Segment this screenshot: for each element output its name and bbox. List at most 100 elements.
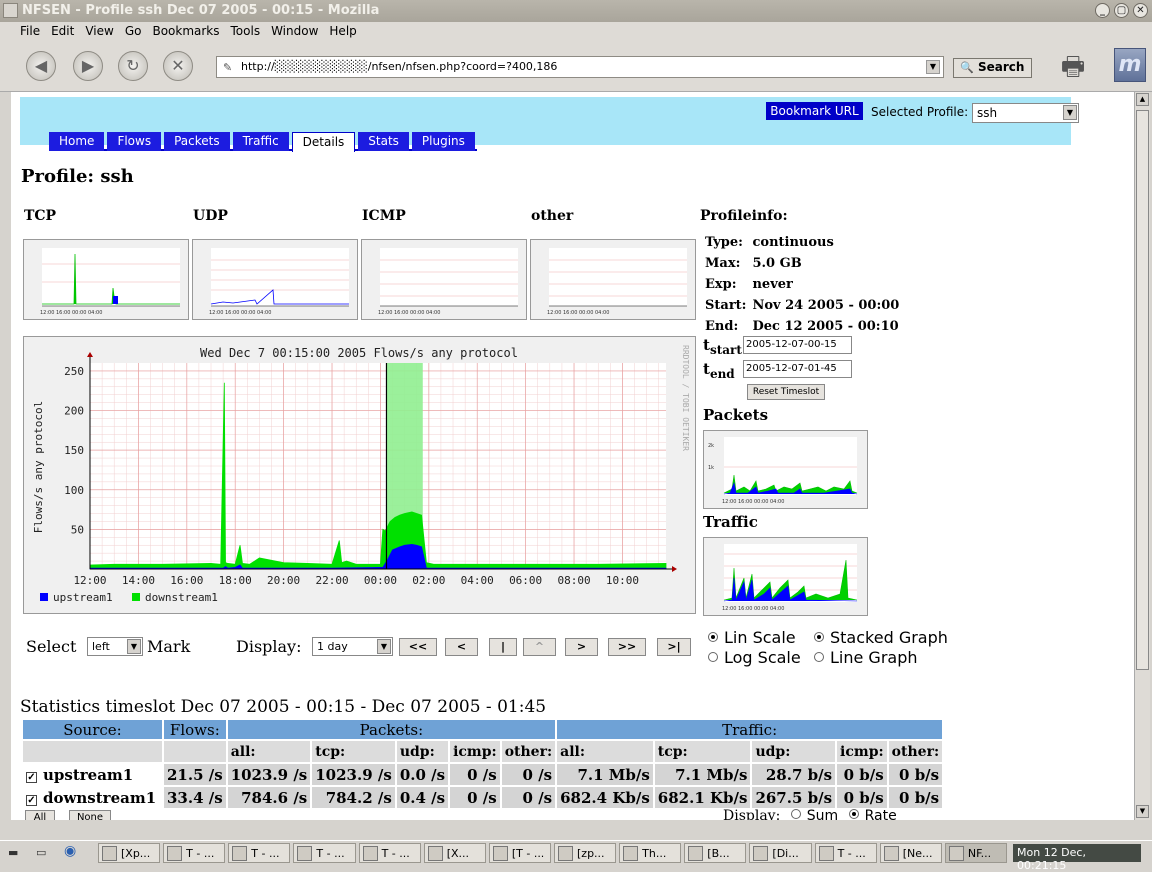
lin-scale-radio[interactable]: Lin Scale — [708, 628, 796, 647]
minimize-icon[interactable]: _ — [1095, 3, 1110, 18]
menu-window[interactable]: Window — [271, 22, 318, 42]
taskbar-item[interactable]: T - ... — [293, 843, 356, 863]
close-icon[interactable]: ✕ — [1133, 3, 1148, 18]
vertical-scrollbar[interactable]: ▲ ▼ — [1134, 92, 1150, 820]
globe-icon[interactable]: ◉ — [64, 843, 76, 859]
taskbar-item[interactable]: [B... — [684, 843, 747, 863]
scroll-down-icon[interactable]: ▼ — [1136, 805, 1149, 818]
taskbar-item[interactable]: [Ne... — [879, 843, 942, 863]
url-dropdown-icon[interactable]: ▼ — [926, 60, 940, 74]
nav-next-button[interactable]: > — [565, 638, 598, 656]
display-dropdown[interactable]: 1 day ▼ — [312, 637, 393, 656]
taskbar-item[interactable]: T - ... — [358, 843, 421, 863]
tstart-field[interactable]: 2005-12-07-00-15 — [743, 336, 852, 354]
menu-help[interactable]: Help — [329, 22, 356, 42]
sum-radio[interactable]: Sum — [785, 808, 838, 820]
nav-first-button[interactable]: << — [399, 638, 437, 656]
nav-up-button[interactable]: ^ — [523, 638, 556, 656]
udp-thumbnail-graph[interactable]: 12:00 16:00 00:00 04:00 — [192, 239, 358, 320]
tab-stats[interactable]: Stats — [358, 132, 409, 151]
stop-icon[interactable]: ✕ — [163, 51, 193, 81]
taskbar-item[interactable]: [T - ... — [488, 843, 551, 863]
bookmark-url-button[interactable]: Bookmark URL — [766, 102, 863, 120]
select-all-button[interactable]: All — [25, 810, 55, 820]
nav-prev-button[interactable]: < — [445, 638, 478, 656]
taskbar-item[interactable]: T - ... — [228, 843, 291, 863]
maximize-icon[interactable]: ▢ — [1114, 3, 1129, 18]
svg-text:12:00 16:00 00:00 04:00: 12:00 16:00 00:00 04:00 — [378, 310, 440, 316]
search-button[interactable]: 🔍 Search — [953, 58, 1032, 78]
taskbar-item[interactable]: [Di... — [749, 843, 812, 863]
tab-plugins[interactable]: Plugins — [411, 132, 475, 151]
nav-end-button[interactable]: >| — [657, 638, 691, 656]
stacked-graph-radio[interactable]: Stacked Graph — [814, 628, 948, 647]
taskbar-item[interactable]: [zp... — [554, 843, 617, 863]
taskbar-item[interactable]: Th... — [619, 843, 682, 863]
table-cell: 1023.9 /s — [227, 764, 311, 785]
scrollbar-thumb[interactable] — [1136, 110, 1149, 670]
menu-edit[interactable]: Edit — [51, 22, 74, 42]
tab-packets[interactable]: Packets — [164, 132, 230, 151]
terminal-icon[interactable]: ▬ — [8, 846, 18, 859]
packets-thumbnail-graph[interactable]: 2k 1k 12:00 16:00 00:00 04:00 — [703, 430, 868, 509]
profile-select[interactable]: ssh ▼ — [972, 103, 1079, 123]
tstart-label: tstart — [703, 336, 742, 357]
taskbar-item[interactable]: NF... — [944, 843, 1007, 863]
tab-flows[interactable]: Flows — [107, 132, 162, 151]
taskbar-item[interactable]: [X... — [423, 843, 486, 863]
menu-tools[interactable]: Tools — [231, 22, 261, 42]
menu-go[interactable]: Go — [125, 22, 142, 42]
menu-bookmarks[interactable]: Bookmarks — [152, 22, 219, 42]
scroll-up-icon[interactable]: ▲ — [1136, 93, 1149, 106]
select-dropdown[interactable]: left ▼ — [87, 637, 143, 656]
url-bar[interactable]: ✎ http://░░░░░░░░░░░/nfsen/nfsen.php?coo… — [216, 56, 944, 78]
desktop-icon[interactable]: ▭ — [36, 846, 46, 859]
taskbar-item-label: T - ... — [381, 847, 410, 860]
print-icon[interactable]: 🖶 — [1056, 48, 1090, 82]
tab-home[interactable]: Home — [49, 132, 105, 151]
tend-field[interactable]: 2005-12-07-01-45 — [743, 360, 852, 378]
menu-view[interactable]: View — [85, 22, 113, 42]
checkbox-icon[interactable]: ✓ — [26, 771, 37, 783]
packets-label: Packets — [703, 406, 769, 424]
log-scale-radio[interactable]: Log Scale — [708, 648, 801, 667]
select-none-button[interactable]: None — [69, 810, 111, 820]
menu-file[interactable]: File — [20, 22, 40, 42]
tcp-thumbnail-graph[interactable]: 12:00 16:00 00:00 04:00 — [23, 239, 189, 320]
y-tick-label: 150 — [64, 444, 84, 457]
subheader-packets-all: all: — [227, 741, 311, 762]
icmp-thumbnail-graph[interactable]: 12:00 16:00 00:00 04:00 — [361, 239, 527, 320]
taskbar-item[interactable]: [Xp... — [98, 843, 161, 863]
forward-icon[interactable]: ▶ — [73, 51, 103, 81]
back-icon[interactable]: ◀ — [26, 51, 56, 81]
tab-details[interactable]: Details — [291, 132, 356, 152]
source-upstream1[interactable]: ✓ upstream1 — [23, 764, 162, 785]
table-cell: 7.1 Mb/s — [654, 764, 751, 785]
other-thumbnail-graph[interactable]: 12:00 16:00 00:00 04:00 — [530, 239, 696, 320]
source-name: upstream1 — [43, 765, 134, 784]
taskbar-item[interactable]: T - ... — [814, 843, 877, 863]
x-tick-label: 06:00 — [509, 574, 542, 587]
checkbox-icon[interactable]: ✓ — [26, 794, 37, 806]
y-tick-label: 200 — [64, 405, 84, 418]
info-value: never — [752, 277, 793, 292]
rate-radio[interactable]: Rate — [843, 808, 897, 820]
mozilla-throbber-icon[interactable]: m — [1114, 48, 1146, 82]
main-flows-chart[interactable]: 12:00 14:00 16:00 18:00 20:00 22:00 00:00 02:00… — [23, 336, 696, 614]
reset-timeslot-button[interactable]: Reset Timeslot — [747, 384, 825, 400]
table-cell: 267.5 b/s — [752, 787, 836, 808]
tab-traffic[interactable]: Traffic — [232, 132, 289, 151]
table-cell: 0 b/s — [837, 764, 887, 785]
nav-center-button[interactable]: | — [489, 638, 517, 656]
line-graph-radio[interactable]: Line Graph — [814, 648, 918, 667]
taskbar-item[interactable]: T - ... — [163, 843, 226, 863]
tab-bar: Home Flows Packets Traffic Details Stats… — [49, 132, 477, 152]
nav-last-button[interactable]: >> — [608, 638, 646, 656]
taskbar-item-label: [Ne... — [902, 847, 933, 860]
taskbar-item-label: T - ... — [316, 847, 345, 860]
table-cell: 0 /s — [450, 787, 500, 808]
chevron-down-icon: ▼ — [127, 639, 141, 654]
source-downstream1[interactable]: ✓ downstream1 — [23, 787, 162, 808]
traffic-thumbnail-graph[interactable]: 12:00 16:00 00:00 04:00 — [703, 537, 868, 616]
reload-icon[interactable]: ↻ — [118, 51, 148, 81]
